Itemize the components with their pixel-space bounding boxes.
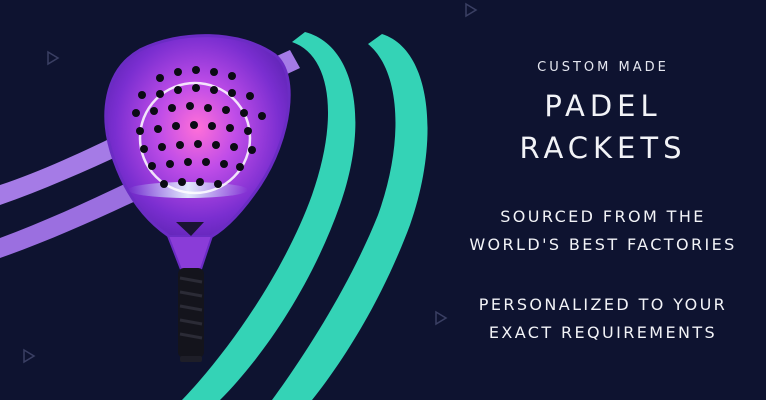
headline-line-2: RACKETS (519, 131, 687, 165)
banner-text: CUSTOM MADE PADEL RACKETS SOURCED FROM T… (440, 60, 766, 347)
tagline-2-line-1: PERSONALIZED TO YOUR (478, 295, 728, 314)
headline-line-1: PADEL (544, 89, 662, 123)
play-triangle-icon (47, 50, 60, 66)
promo-banner: CUSTOM MADE PADEL RACKETS SOURCED FROM T… (0, 0, 766, 400)
play-triangle-icon (23, 348, 36, 364)
tagline-1-line-1: SOURCED FROM THE (500, 207, 706, 226)
eyebrow-text: CUSTOM MADE (537, 60, 669, 75)
tagline-2-line-2: EXACT REQUIREMENTS (488, 323, 718, 342)
tagline-1-line-2: WORLD'S BEST FACTORIES (469, 235, 737, 254)
play-triangle-icon (465, 2, 478, 18)
